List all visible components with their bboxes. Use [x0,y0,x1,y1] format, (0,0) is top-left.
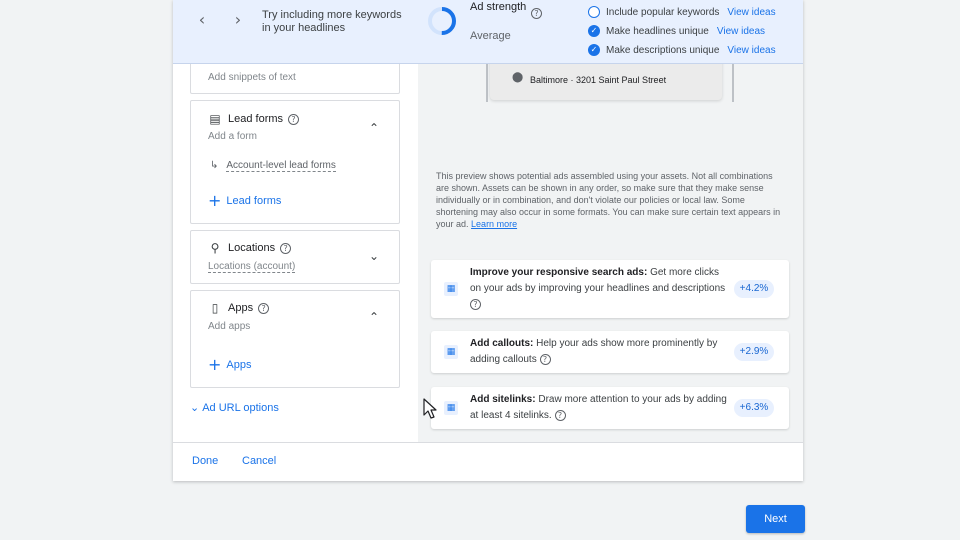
check-circle-icon: ✓ [588,44,600,56]
chevron-right-icon[interactable]: › [228,10,248,30]
plus-icon: + [208,191,222,210]
checklist-label: Include popular keywords [606,6,720,18]
apps-subtitle: Add apps [208,321,251,332]
ad-url-options-label: Ad URL options [202,401,279,414]
add-lead-form-button[interactable]: + Lead forms [208,191,282,210]
recommendation-title: Add sitelinks: [470,394,536,405]
strength-tip: Try including more keywords in your head… [262,9,402,34]
uplift-badge: +6.3% [734,399,774,417]
location-text: Baltimore · 3201 Saint Paul Street [530,75,667,85]
uplift-badge: +2.9% [734,343,774,361]
recommendation-text: Add sitelinks: Draw more attention to yo… [470,392,732,424]
view-ideas-link[interactable]: View ideas [717,26,765,37]
chevron-down-icon: ⌄ [190,401,200,414]
subdirectory-arrow-icon: ↳ [210,160,219,171]
recommendation-card[interactable]: ▦ Add callouts: Help your ads show more … [431,331,789,373]
help-icon[interactable]: ? [288,113,300,125]
add-lead-form-label: Lead forms [226,195,282,207]
checklist-item: ✓ Make headlines unique View ideas [588,24,765,38]
help-icon[interactable]: ? [554,409,566,421]
locations-subtitle[interactable]: Locations (account) [208,261,296,273]
recommendation-icon: ▦ [444,401,458,415]
recommendation-card[interactable]: ▦ Add sitelinks: Draw more attention to … [431,387,789,429]
next-button[interactable]: Next [746,505,805,533]
recommendation-title: Improve your responsive search ads: [470,267,648,278]
chevron-down-icon[interactable]: ⌄ [367,249,381,263]
lead-forms-subtitle: Add a form [208,131,257,142]
apps-title: Apps [228,302,254,314]
locations-header: ⚲ Locations ? [208,241,292,255]
help-icon[interactable]: ? [470,298,481,310]
recommendation-icon: ▦ [444,282,458,296]
chevron-up-icon[interactable]: ⌃ [367,121,381,135]
checklist-label: Make headlines unique [606,25,709,37]
plus-icon: + [208,355,222,374]
snippets-section[interactable]: Add snippets of text [190,64,400,94]
recommendation-card[interactable]: ▦ Improve your responsive search ads: Ge… [431,260,789,318]
locations-title: Locations [228,242,276,254]
cancel-button[interactable]: Cancel [242,455,276,467]
lead-forms-title: Lead forms [228,113,284,125]
mouse-cursor-icon [423,398,437,419]
help-icon[interactable]: ? [539,353,551,365]
ad-url-options-toggle[interactable]: ⌄ Ad URL options [190,401,279,414]
help-icon[interactable]: ? [258,302,270,314]
view-ideas-link[interactable]: View ideas [727,45,775,56]
lead-forms-header[interactable]: ▤ Lead forms ? [208,112,300,126]
lead-forms-section: ▤ Lead forms ? Add a form ⌃ ↳ Account-le… [190,100,400,224]
unchecked-circle-icon [588,6,600,18]
chevron-left-icon[interactable]: ‹ [192,10,212,30]
checklist-label: Make descriptions unique [606,44,720,56]
location-pin-icon: ⚲ [210,241,220,255]
phone-icon: ▯ [211,301,219,315]
chevron-up-icon[interactable]: ⌃ [367,310,381,324]
strength-ring-icon [428,7,456,35]
learn-more-link[interactable]: Learn more [471,219,517,229]
help-icon[interactable]: ? [280,242,292,254]
asset-sections-panel: Add snippets of text ▤ Lead forms ? Add … [173,64,418,442]
help-icon[interactable]: ? [531,8,542,19]
checklist-item: ✓ Make descriptions unique View ideas [588,43,776,57]
ad-preview-panel: ⬤ Baltimore · 3201 Saint Paul Street Thi… [418,64,803,442]
recommendation-icon: ▦ [444,345,458,359]
snippets-subtitle: Add snippets of text [208,72,296,83]
strength-value: Average [470,30,511,42]
recommendation-text: Improve your responsive search ads: Get … [470,265,732,313]
apps-header[interactable]: ▯ Apps ? [208,301,270,315]
preview-disclaimer: This preview shows potential ads assembl… [436,170,781,230]
ad-strength-banner: ‹ › Try including more keywords in your … [173,0,803,64]
editor-footer: Done Cancel [173,442,803,481]
add-app-button[interactable]: + Apps [208,355,252,374]
add-app-label: Apps [226,359,252,371]
checklist-item: Include popular keywords View ideas [588,5,776,19]
uplift-badge: +4.2% [734,280,774,298]
location-pin-icon: ⬤ [512,72,524,83]
recommendation-text: Add callouts: Help your ads show more pr… [470,336,732,368]
location-extension-preview: ⬤ Baltimore · 3201 Saint Paul Street [490,64,722,100]
check-circle-icon: ✓ [588,25,600,37]
view-ideas-link[interactable]: View ideas [727,7,775,18]
account-lead-forms-link[interactable]: Account-level lead forms [226,160,336,172]
strength-label: Ad strength [470,1,527,13]
apps-section: ▯ Apps ? Add apps ⌃ + Apps [190,290,400,388]
locations-section[interactable]: ⚲ Locations ? Locations (account) ⌄ [190,230,400,284]
recommendation-title: Add callouts: [470,338,534,349]
done-button[interactable]: Done [192,455,218,467]
account-lead-forms-row: ↳ Account-level lead forms [210,160,336,172]
form-icon: ▤ [209,112,221,126]
